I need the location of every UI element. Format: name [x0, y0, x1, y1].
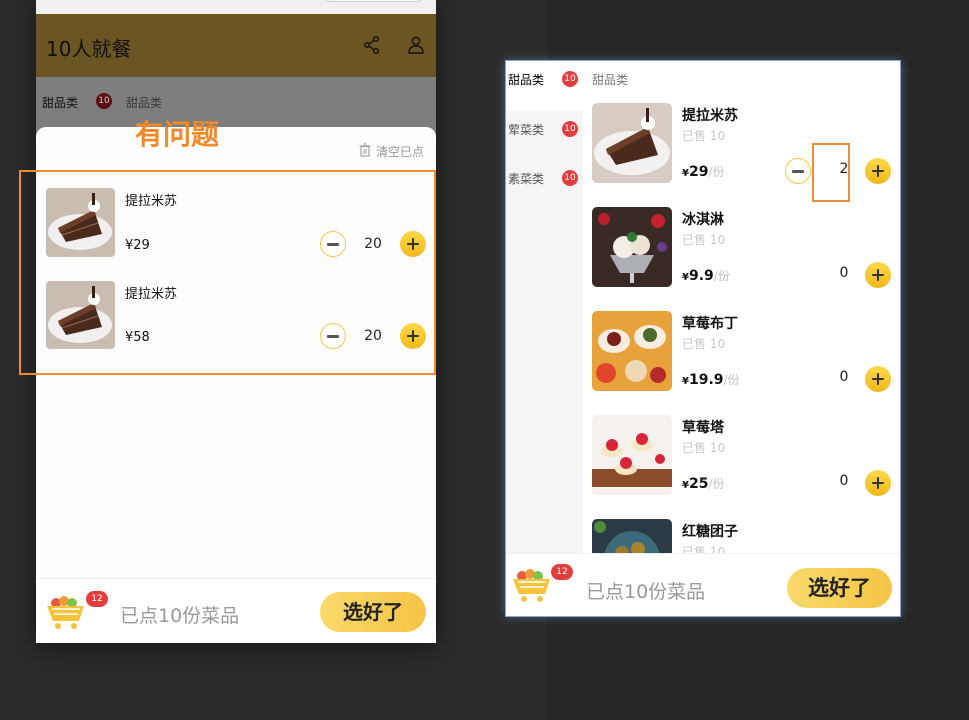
- sidebar-item-meat[interactable]: 荤菜类 10: [506, 111, 583, 161]
- plus-icon[interactable]: [865, 158, 891, 184]
- share-icon[interactable]: [362, 35, 382, 55]
- product-name: 提拉米苏: [682, 108, 738, 124]
- product-row: 草莓塔 已售 10 ¥25/份 0: [592, 415, 900, 519]
- tiramisu-image: [592, 103, 672, 183]
- plus-icon[interactable]: [865, 366, 891, 392]
- clear-cart-button[interactable]: 清空已点: [376, 143, 424, 160]
- annotation-label: 有问题: [135, 118, 220, 151]
- ice-cream-image: [592, 207, 672, 287]
- sidebar-item-label: 素菜类: [508, 172, 545, 186]
- done-button[interactable]: 选好了: [787, 568, 892, 608]
- minus-icon[interactable]: [785, 158, 811, 184]
- product-price: ¥25/份: [682, 476, 725, 492]
- product-sold: 已售 10: [682, 441, 726, 455]
- product-qty: 0: [839, 369, 849, 385]
- category-header: 甜品类: [592, 73, 629, 87]
- category-sidebar: 甜品类 10 荤菜类 10 素菜类 10: [506, 61, 583, 553]
- product-row: 草莓布丁 已售 10 ¥19.9/份 0: [592, 311, 900, 415]
- annotation-box: [19, 170, 436, 375]
- annotation-box: [812, 143, 850, 202]
- category-badge: 10: [96, 93, 112, 109]
- product-sold: 已售 10: [682, 233, 726, 247]
- sidebar-item-badge: 10: [562, 121, 578, 137]
- sidebar-item-veg[interactable]: 素菜类 10: [506, 160, 583, 210]
- search-pill[interactable]: [324, 0, 424, 2]
- product-row: 提拉米苏 已售 10 ¥29/份 2: [592, 103, 900, 207]
- product-qty: 0: [839, 265, 849, 281]
- done-button[interactable]: 选好了: [320, 592, 426, 632]
- product-name: 草莓塔: [682, 420, 724, 436]
- product-sold: 已售 10: [682, 337, 726, 351]
- cart-count-badge: 12: [86, 591, 108, 607]
- product-name: 冰淇淋: [682, 212, 724, 228]
- ordered-summary: 已点10份菜品: [586, 581, 706, 603]
- product-price: ¥29/份: [682, 164, 725, 180]
- cart-footer: 12 已点10份菜品 选好了: [506, 553, 900, 616]
- product-sold: 已售 10: [682, 129, 726, 143]
- ordered-summary: 已点10份菜品: [120, 605, 240, 627]
- user-icon[interactable]: [406, 35, 426, 55]
- plus-icon[interactable]: [865, 262, 891, 288]
- category-header: 甜品类: [126, 96, 163, 110]
- cart-count-badge: 12: [551, 564, 573, 580]
- page-title: 10人就餐: [46, 37, 132, 61]
- product-price: ¥9.9/份: [682, 268, 730, 284]
- sidebar-item-badge: 10: [562, 170, 578, 186]
- product-row: 冰淇淋 已售 10 ¥9.9/份 0: [592, 207, 900, 311]
- category-tab-dessert[interactable]: 甜品类: [42, 94, 78, 111]
- plus-icon[interactable]: [865, 470, 891, 496]
- sidebar-item-dessert[interactable]: 甜品类 10: [506, 61, 583, 111]
- product-qty: 0: [839, 473, 849, 489]
- trash-icon[interactable]: [359, 143, 371, 157]
- product-price: ¥19.9/份: [682, 372, 740, 388]
- product-name: 草莓布丁: [682, 316, 738, 332]
- strawberry-tart-image: [592, 415, 672, 495]
- sidebar-item-badge: 10: [562, 71, 578, 87]
- cart-icon[interactable]: [44, 593, 88, 631]
- strawberry-pudding-image: [592, 311, 672, 391]
- cart-footer: 12 已点10份菜品 选好了: [36, 578, 436, 643]
- sidebar-item-label: 荤菜类: [508, 123, 545, 137]
- status-strip: [36, 0, 436, 14]
- cart-icon[interactable]: [510, 566, 554, 604]
- product-name: 红糖团子: [682, 524, 738, 540]
- sidebar-item-label: 甜品类: [508, 73, 545, 87]
